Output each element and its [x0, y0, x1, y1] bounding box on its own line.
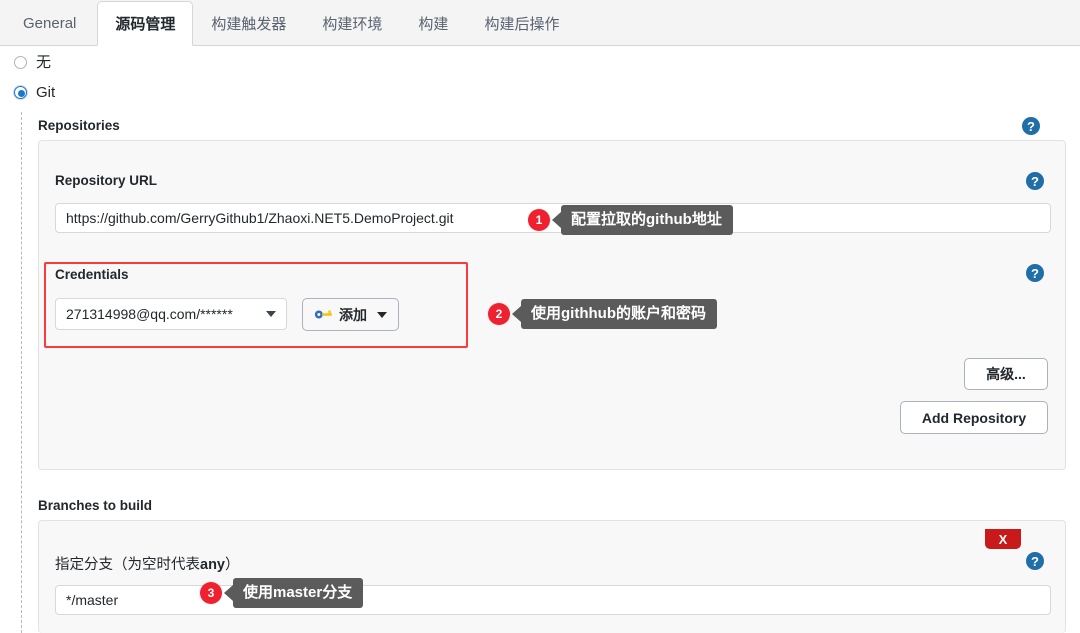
branches-panel	[38, 520, 1066, 633]
branch-label-suffix: ）	[225, 557, 240, 573]
annotation-text-2: 使用githhub的账户和密码	[521, 299, 717, 330]
tab-post-build-actions-label: 构建后操作	[484, 15, 560, 33]
annotation-arrow-icon	[552, 212, 561, 229]
branch-label-prefix: 指定分支（为空时代表	[55, 557, 200, 573]
repository-url-value: https://github.com/GerryGithub1/Zhaoxi.N…	[66, 210, 454, 226]
annotation-badge-3: 3	[200, 582, 222, 605]
advanced-button[interactable]: 高级...	[964, 358, 1048, 390]
credentials-selected-value: 271314998@qq.com/******	[66, 306, 233, 322]
tab-source-code-management-label: 源码管理	[115, 16, 176, 33]
radio-git-label: Git	[36, 84, 56, 101]
branch-label-bold: any	[200, 557, 225, 573]
annotation-callout-2: 2 使用githhub的账户和密码	[488, 299, 717, 330]
add-repository-button[interactable]: Add Repository	[900, 401, 1048, 434]
add-credentials-label: 添加	[339, 306, 367, 323]
help-icon-repositories[interactable]: ?	[1022, 117, 1040, 135]
form-indent-guide	[21, 112, 22, 633]
tab-build-environment[interactable]: 构建环境	[304, 0, 400, 45]
help-icon-repository-url[interactable]: ?	[1026, 172, 1044, 190]
chevron-down-icon	[377, 311, 387, 318]
tab-general-label: General	[23, 14, 77, 32]
annotation-callout-1: 1 配置拉取的github地址	[528, 205, 733, 236]
tab-build-triggers[interactable]: 构建触发器	[193, 0, 304, 45]
annotation-text-3: 使用master分支	[233, 578, 364, 609]
credentials-select[interactable]: 271314998@qq.com/******	[55, 298, 287, 330]
config-tab-bar: General 源码管理 构建触发器 构建环境 构建 构建后操作	[0, 0, 1080, 46]
help-icon-branch[interactable]: ?	[1026, 552, 1044, 570]
annotation-callout-3: 3 使用master分支	[200, 578, 364, 609]
radio-none-label: 无	[36, 54, 52, 71]
radio-git-indicator	[14, 86, 27, 99]
help-icon-credentials[interactable]: ?	[1026, 264, 1044, 282]
credentials-label: Credentials	[55, 267, 129, 282]
annotation-arrow-icon	[224, 585, 233, 602]
annotation-badge-1: 1	[528, 209, 550, 232]
repository-url-label: Repository URL	[55, 173, 158, 188]
tab-source-code-management[interactable]: 源码管理	[97, 1, 194, 46]
annotation-text-1: 配置拉取的github地址	[561, 205, 733, 236]
tab-post-build-actions[interactable]: 构建后操作	[466, 0, 577, 45]
jenkins-job-config-page: General 源码管理 构建触发器 构建环境 构建 构建后操作 无 Git R…	[0, 0, 1080, 633]
repositories-heading: Repositories	[38, 118, 120, 133]
annotation-badge-2: 2	[488, 303, 510, 326]
radio-scm-none[interactable]: 无	[14, 55, 51, 70]
add-credentials-button[interactable]: 添加	[302, 298, 399, 331]
tab-build-triggers-label: 构建触发器	[211, 15, 287, 33]
branches-heading: Branches to build	[38, 498, 153, 513]
tab-build-label: 构建	[418, 15, 449, 33]
add-repository-button-label: Add Repository	[921, 409, 1027, 426]
tab-build[interactable]: 构建	[400, 0, 466, 45]
chevron-down-icon	[266, 311, 276, 317]
tab-build-environment-label: 构建环境	[322, 15, 383, 33]
key-icon	[314, 310, 332, 319]
remove-branch-button[interactable]: X	[985, 529, 1021, 549]
branch-specifier-label: 指定分支（为空时代表any）	[55, 553, 240, 574]
advanced-button-label: 高级...	[986, 366, 1026, 382]
radio-none-indicator	[14, 56, 27, 69]
radio-scm-git[interactable]: Git	[14, 85, 55, 100]
annotation-arrow-icon	[512, 306, 521, 323]
branch-specifier-value: */master	[66, 592, 119, 608]
tab-general[interactable]: General	[0, 0, 97, 45]
